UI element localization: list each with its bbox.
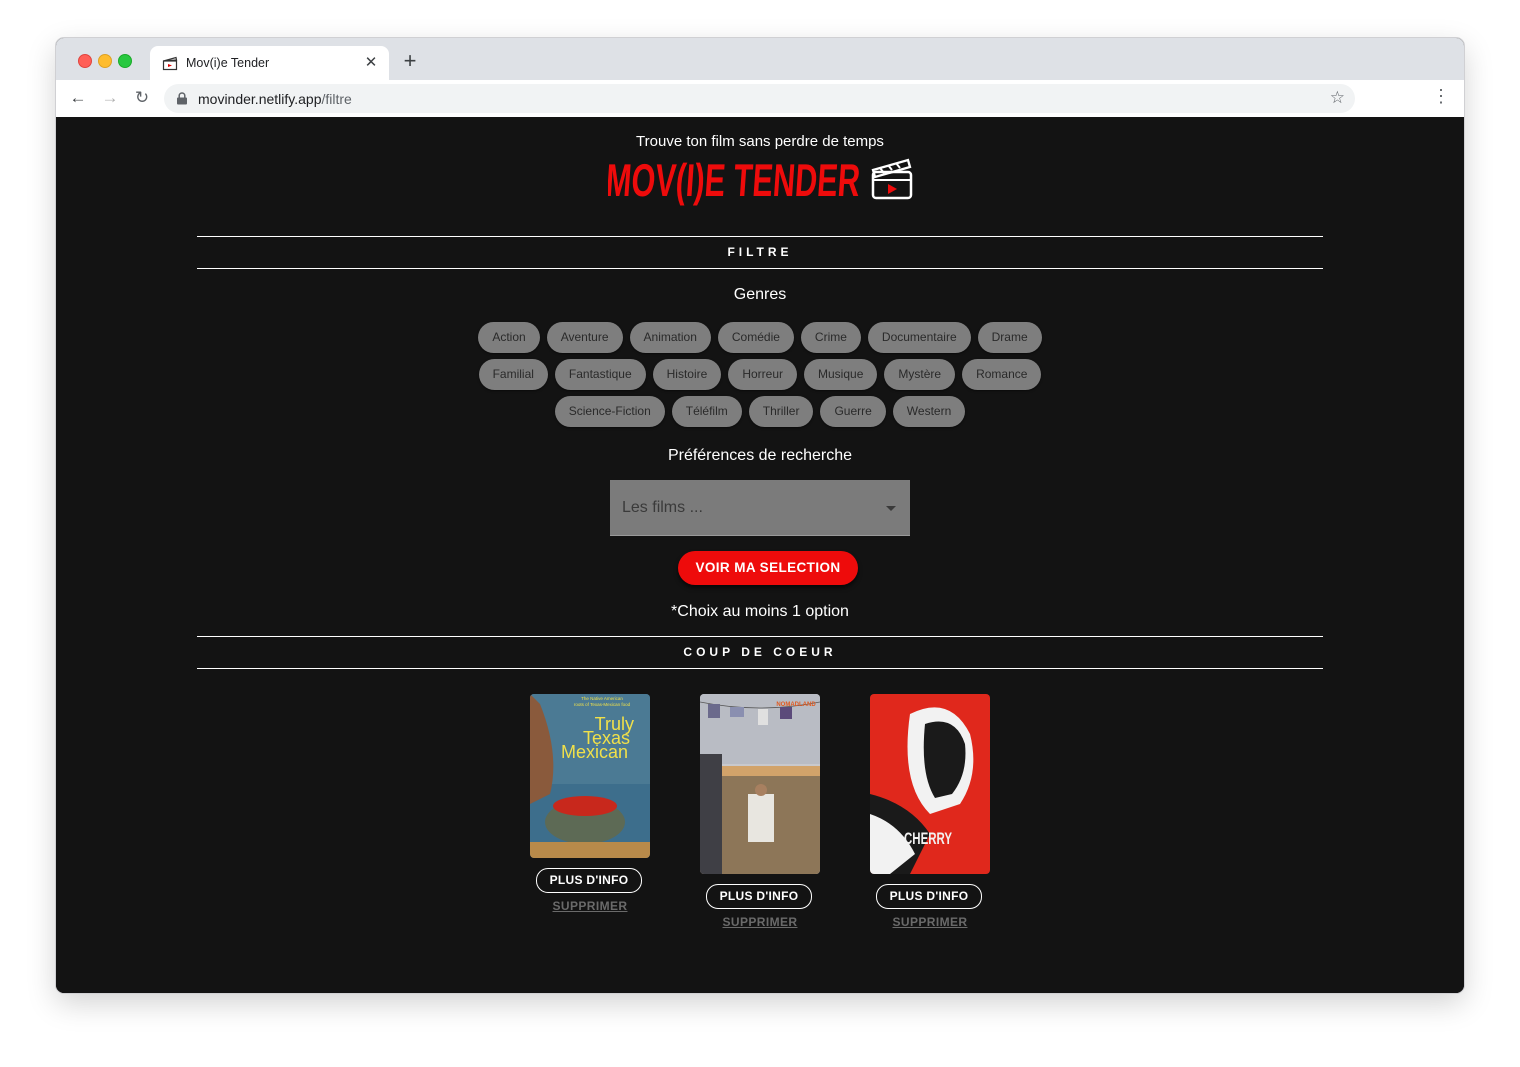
genre-chip[interactable]: Crime <box>800 322 861 353</box>
back-arrow-icon[interactable]: ← <box>66 86 90 110</box>
genre-chip[interactable]: Science-Fiction <box>554 396 665 427</box>
poster-text: The Native American <box>581 696 623 701</box>
genre-chip[interactable]: Mystère <box>884 359 956 390</box>
url-path: /filtre <box>321 91 352 107</box>
more-info-button[interactable]: PLUS D'INFO <box>876 884 982 909</box>
divider <box>197 236 1323 237</box>
movie-poster[interactable]: The Native American roots of Texas-Mexic… <box>530 694 650 858</box>
genre-chip[interactable]: Action <box>478 322 540 353</box>
genre-chip[interactable]: Romance <box>962 359 1042 390</box>
see-selection-button[interactable]: VOIR MA SELECTION <box>678 551 858 585</box>
genre-chip-row-3: Science-Fiction Téléfilm Thriller Guerre… <box>56 396 1464 427</box>
genre-chip[interactable]: Horreur <box>728 359 798 390</box>
genre-chip[interactable]: Western <box>892 396 966 427</box>
preferences-label: Préférences de recherche <box>667 447 853 464</box>
tab-close-icon[interactable]: ✕ <box>361 53 381 73</box>
site-logo[interactable]: MOV(I)E TENDER <box>608 152 868 206</box>
genre-chip[interactable]: Comédie <box>717 322 794 353</box>
genre-chip[interactable]: Téléfilm <box>671 396 742 427</box>
filter-section-title: FILTRE <box>727 245 793 259</box>
reload-icon[interactable]: ↻ <box>130 86 154 110</box>
movie-poster[interactable]: CHERRY <box>870 694 990 874</box>
genre-chip[interactable]: Fantastique <box>554 359 646 390</box>
genre-chip-row-1: Action Aventure Animation Comédie Crime … <box>56 322 1464 353</box>
genre-chip[interactable]: Drame <box>977 322 1042 353</box>
minimize-window-button[interactable] <box>98 54 112 68</box>
genres-label: Genres <box>733 286 787 303</box>
poster-title: Mexican <box>561 742 628 762</box>
minimum-option-note: *Choix au moins 1 option <box>671 603 849 620</box>
forward-arrow-icon[interactable]: → <box>98 86 122 110</box>
genre-chip[interactable]: Documentaire <box>867 322 971 353</box>
tab-title: Mov(i)e Tender <box>186 56 270 70</box>
genre-chip[interactable]: Familial <box>478 359 548 390</box>
logo-text: MOV(I)E TENDER <box>608 154 862 206</box>
page-content: Trouve ton film sans perdre de temps MOV… <box>56 117 1464 993</box>
lock-icon <box>177 92 187 105</box>
tagline: Trouve ton film sans perdre de temps <box>636 133 884 150</box>
delete-link[interactable]: SUPPRIMER <box>845 915 1015 929</box>
close-window-button[interactable] <box>78 54 92 68</box>
select-placeholder: Les films ... <box>622 499 703 516</box>
more-info-button[interactable]: PLUS D'INFO <box>706 884 812 909</box>
tab-strip: Mov(i)e Tender ✕ + <box>56 38 1464 80</box>
url-text: movinder.netlify.app/filtre <box>198 91 352 107</box>
favorites-section-title: COUP DE COEUR <box>683 645 837 659</box>
genre-chip[interactable]: Aventure <box>546 322 623 353</box>
star-icon[interactable]: ☆ <box>1330 88 1345 108</box>
more-info-button[interactable]: PLUS D'INFO <box>536 868 642 893</box>
genre-chip[interactable]: Histoire <box>652 359 722 390</box>
films-select[interactable]: Les films ... <box>610 480 910 536</box>
clapperboard-icon <box>162 56 178 71</box>
browser-tab[interactable]: Mov(i)e Tender ✕ <box>150 46 389 80</box>
genre-chip[interactable]: Thriller <box>748 396 814 427</box>
delete-link[interactable]: SUPPRIMER <box>675 915 845 929</box>
browser-toolbar: ← → ↻ movinder.netlify.app/filtre ☆ ⋮ <box>56 80 1464 118</box>
movie-poster[interactable]: NOMADLAND <box>700 694 820 874</box>
divider <box>197 668 1323 669</box>
dropdown-arrow-icon <box>886 506 896 511</box>
menu-dots-icon[interactable]: ⋮ <box>1432 86 1450 107</box>
poster-title: CHERRY <box>904 829 952 848</box>
divider <box>197 636 1323 637</box>
genre-chip[interactable]: Animation <box>629 322 711 353</box>
divider <box>197 268 1323 269</box>
new-tab-plus-icon[interactable]: + <box>398 49 422 73</box>
address-bar[interactable]: movinder.netlify.app/filtre ☆ <box>164 84 1355 113</box>
maximize-window-button[interactable] <box>118 54 132 68</box>
genre-chip[interactable]: Guerre <box>820 396 886 427</box>
poster-text: roots of Texas-Mexican food <box>574 702 631 707</box>
genre-chip[interactable]: Musique <box>804 359 878 390</box>
url-host: movinder.netlify.app <box>198 91 322 107</box>
browser-window: Mov(i)e Tender ✕ + ← → ↻ movinder.netlif… <box>56 38 1464 993</box>
delete-link[interactable]: SUPPRIMER <box>505 899 675 913</box>
genre-chip-row-2: Familial Fantastique Histoire Horreur Mu… <box>56 359 1464 390</box>
clapperboard-icon <box>871 158 913 200</box>
poster-title: NOMADLAND <box>776 702 816 708</box>
